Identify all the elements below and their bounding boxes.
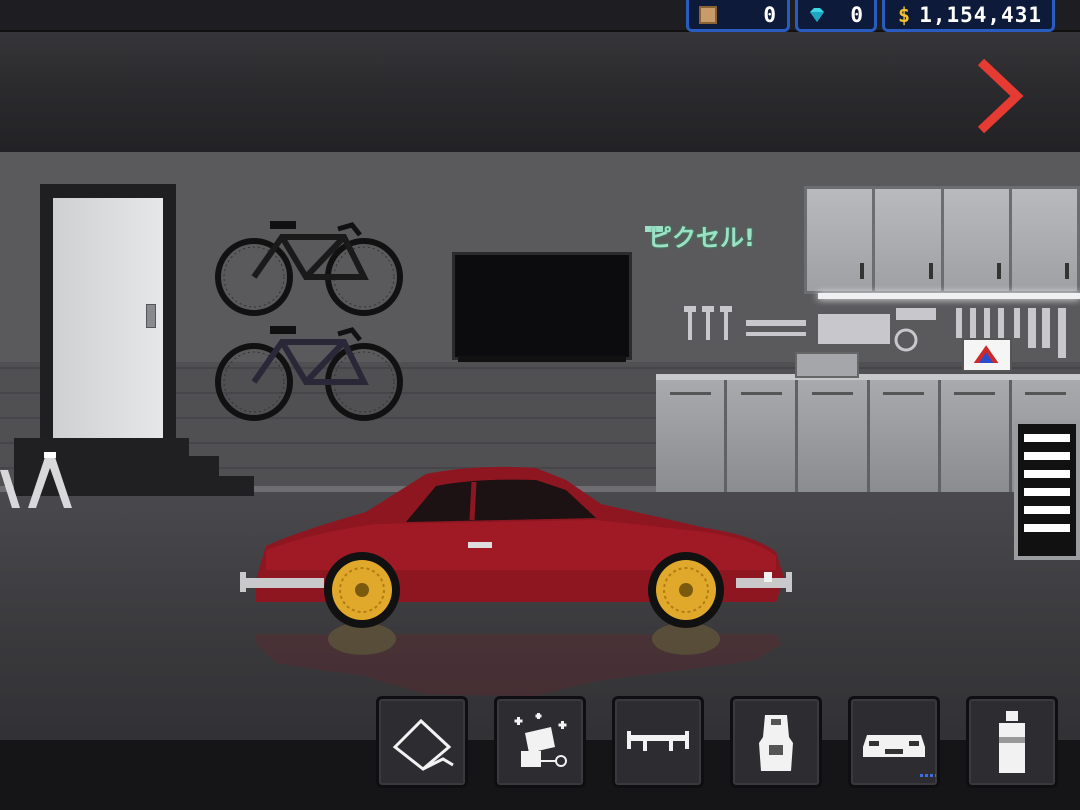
car-reflection — [256, 622, 781, 697]
gems-value: 0 — [850, 2, 864, 27]
chevron-right-icon[interactable] — [975, 58, 1025, 134]
jack-stand — [0, 452, 72, 508]
tv-base — [458, 356, 626, 362]
spoiler-button[interactable] — [612, 696, 704, 788]
crate-icon — [699, 5, 717, 24]
spray-paint-button[interactable] — [966, 696, 1058, 788]
bench-laptop — [962, 338, 1012, 372]
cash-counter[interactable]: $ 1,154,431 — [882, 0, 1055, 32]
bench-toolbox — [795, 352, 859, 378]
body-kit-icon — [863, 735, 925, 757]
wall-tv — [452, 252, 632, 360]
crates-counter[interactable]: 0 — [686, 0, 790, 32]
detailing-button[interactable] — [494, 696, 586, 788]
dollar-icon: $ — [897, 2, 911, 27]
wrap-icon — [392, 718, 454, 771]
rear-wheel — [648, 552, 724, 628]
seat-button[interactable] — [730, 696, 822, 788]
page-dots — [920, 774, 936, 777]
tool-chest — [1014, 420, 1080, 560]
door-handle — [146, 304, 156, 328]
detailing-icon — [514, 713, 567, 767]
spray-paint-icon — [999, 711, 1025, 773]
crates-value: 0 — [763, 2, 777, 27]
upper-cabinets — [804, 186, 1080, 294]
wall-sign: ピクセル! — [648, 224, 755, 252]
diamond-icon — [810, 7, 824, 22]
spoiler-icon — [627, 731, 689, 751]
wall-bicycle-bottom — [215, 326, 403, 421]
seat-icon — [759, 715, 793, 771]
wrap-button[interactable] — [376, 696, 468, 788]
light-bar — [818, 293, 1080, 299]
cash-value: 1,154,431 — [919, 2, 1042, 27]
front-wheel — [324, 552, 400, 628]
gems-counter[interactable]: 0 — [795, 0, 877, 32]
tool-pegboard — [684, 306, 1066, 358]
wall-bicycle-top — [215, 221, 403, 316]
player-car[interactable] — [236, 460, 796, 630]
